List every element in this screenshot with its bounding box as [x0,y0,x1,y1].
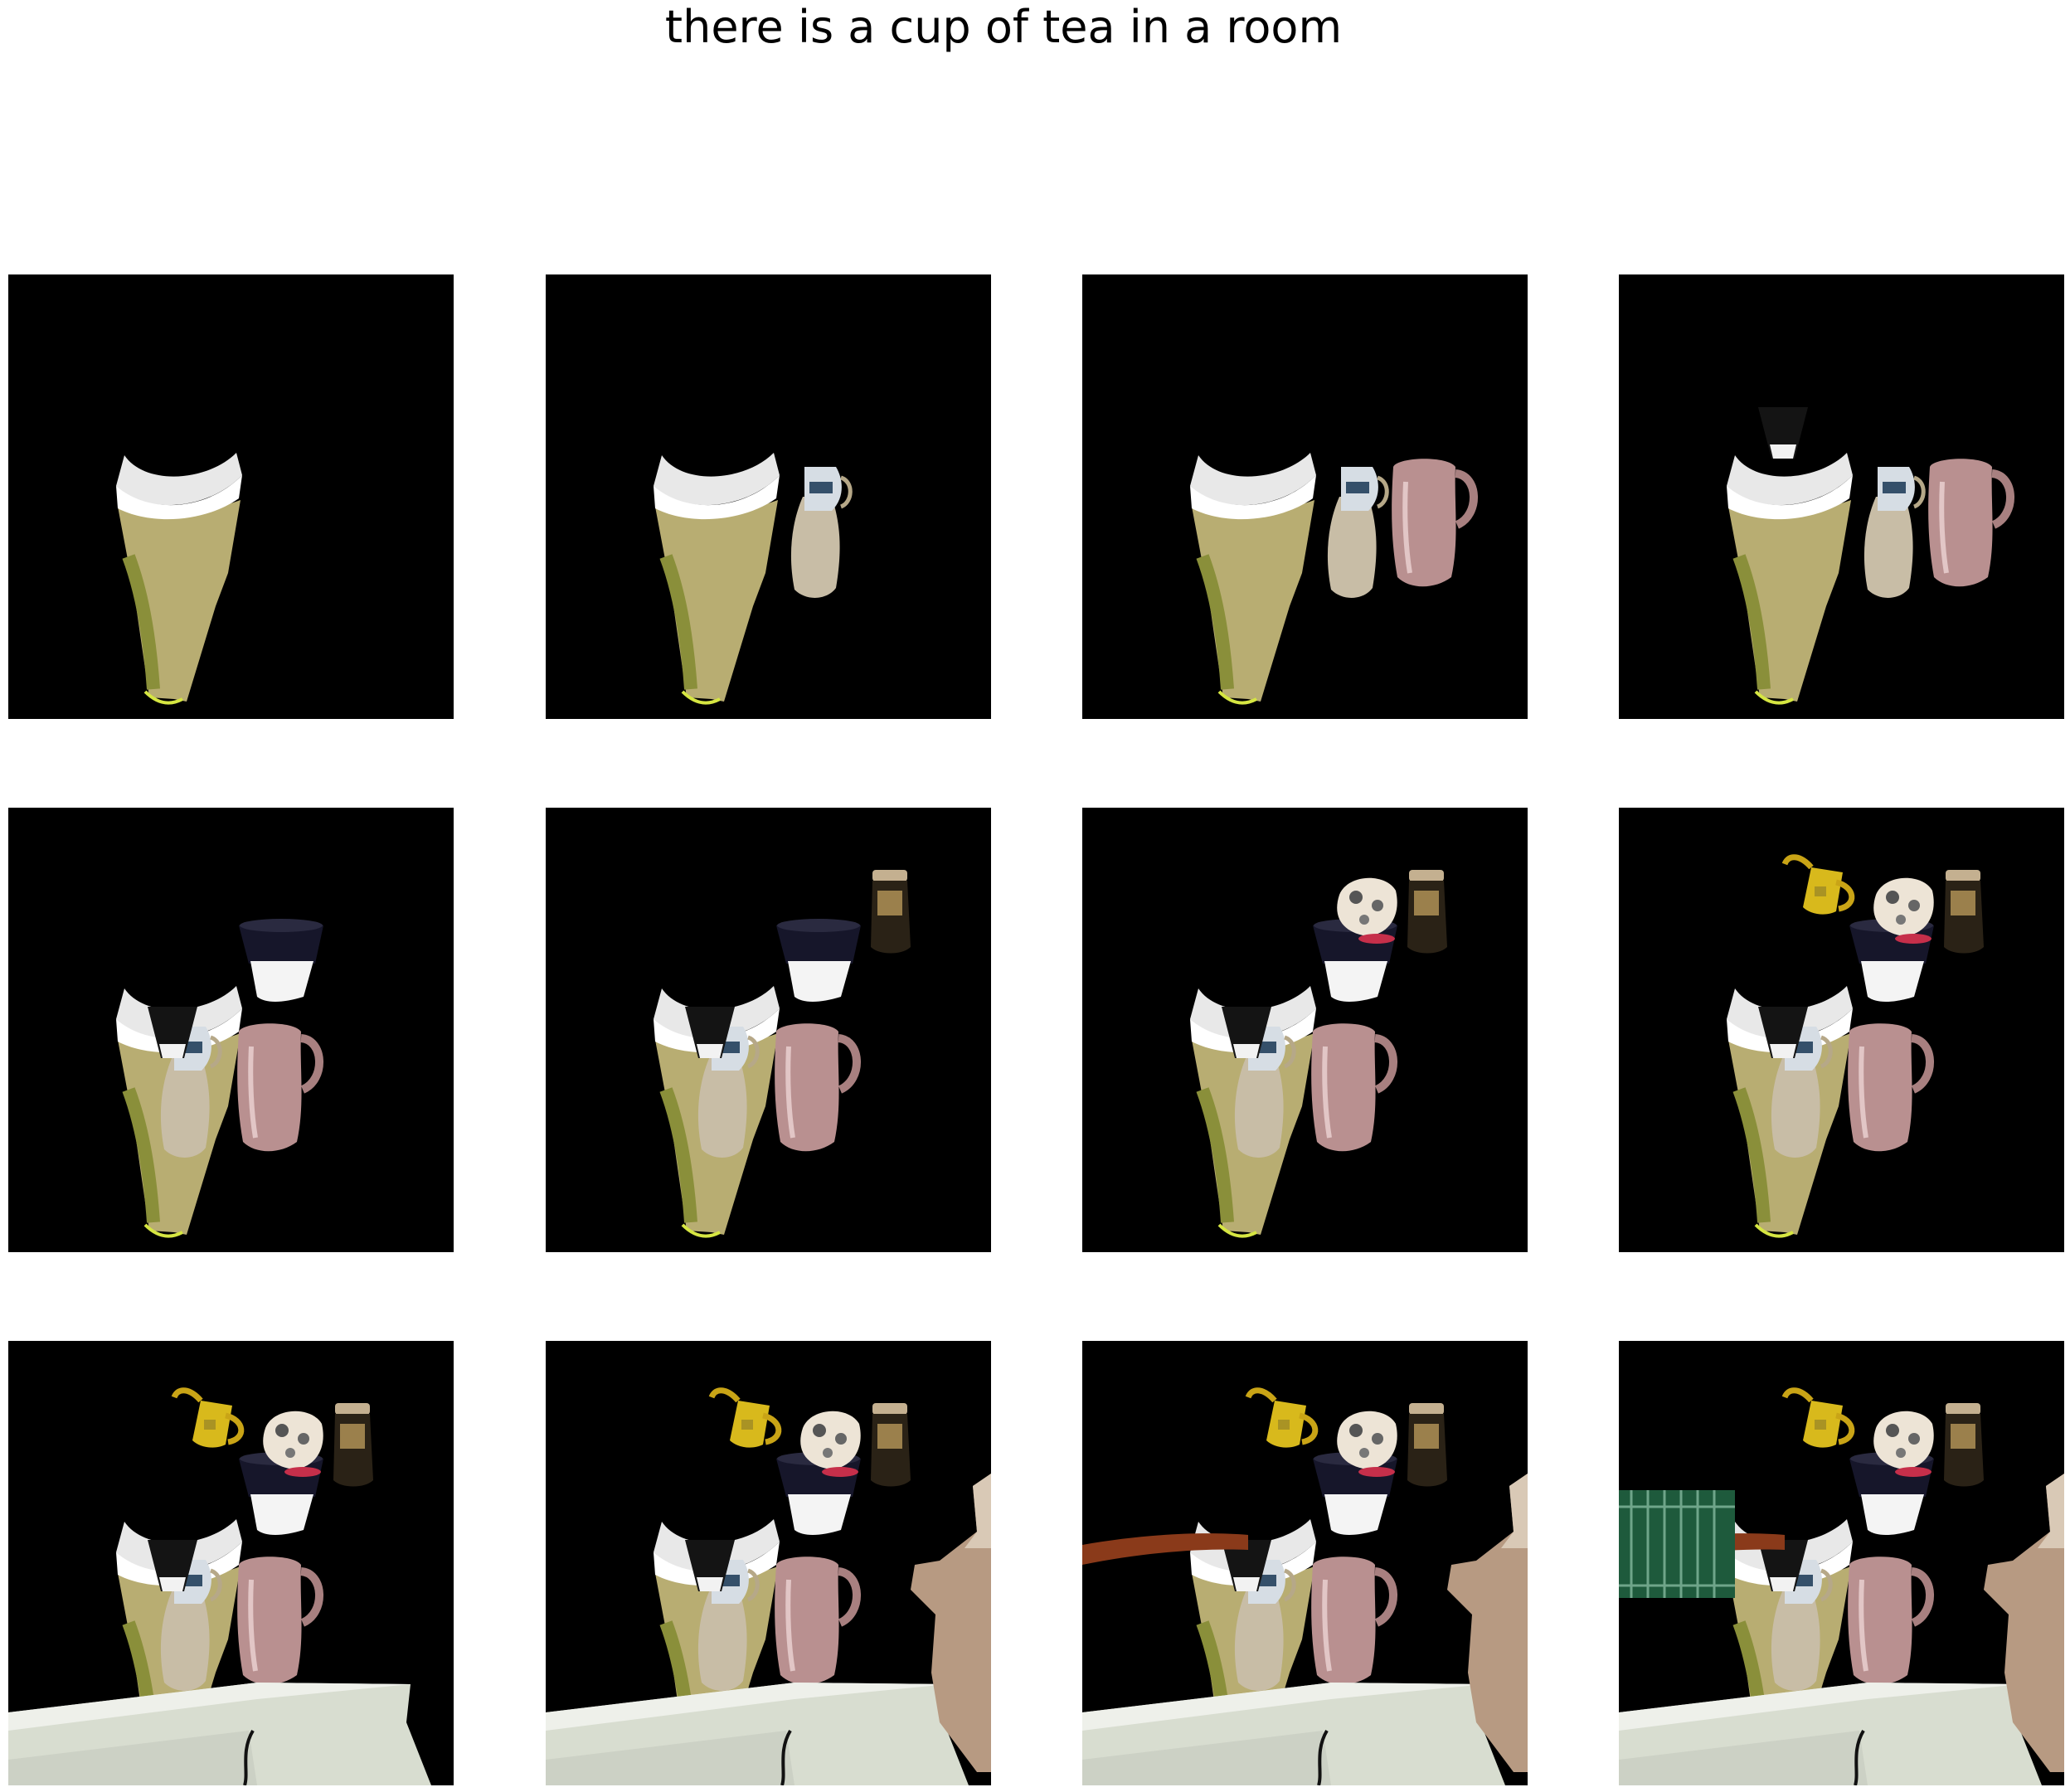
scene-panel-1 [8,274,454,719]
bottle [1944,1403,1984,1487]
tea-cup [1190,453,1316,705]
pink-pitcher [1311,1023,1397,1152]
bottle [871,870,911,954]
pink-pitcher [1848,1556,1934,1685]
scene-panel-9 [8,1341,454,1785]
scene-panel-12 [1619,1341,2064,1785]
scene-panel-3 [1082,274,1528,719]
scene-panel-2 [546,274,991,719]
small-black-cup [1758,407,1808,459]
tea-cup [1727,453,1853,705]
pink-pitcher [237,1023,323,1152]
yellow-mug [171,1387,245,1448]
glass-jug [1327,467,1389,598]
bottle [1944,870,1984,954]
yellow-mug [1245,1387,1319,1448]
pink-pitcher [1392,459,1478,587]
black-bowl [776,919,861,1002]
table [1619,1683,2042,1785]
glass-jug [1863,467,1926,598]
bottle [1407,870,1447,954]
pink-pitcher [775,1023,861,1152]
table [1082,1683,1505,1785]
scene-panel-6 [546,808,991,1252]
scene-panel-10 [546,1341,991,1785]
black-bowl [239,919,323,1002]
yellow-mug [1781,854,1855,915]
pink-pitcher [237,1556,323,1685]
pink-pitcher [1848,1023,1934,1152]
pink-pitcher [1311,1556,1397,1685]
yellow-mug [708,1387,782,1448]
tea-cup [654,453,780,705]
scene-panel-8 [1619,808,2064,1252]
scene-panel-4 [1619,274,2064,719]
green-gate [1619,1490,1735,1598]
glass-jug [790,467,853,598]
table [546,1683,969,1785]
figure-title: there is a cup of tea in a room [664,1,1343,53]
pink-pitcher [775,1556,861,1685]
bottle [333,1403,373,1487]
bottle [871,1403,911,1487]
yellow-mug [1781,1387,1855,1448]
tea-cup [116,453,242,705]
scene-panel-7 [1082,808,1528,1252]
bottle [1407,1403,1447,1487]
pink-pitcher [1928,459,2014,587]
table [8,1683,431,1785]
scene-panel-11 [1082,1341,1528,1785]
scene-panel-5 [8,808,454,1252]
